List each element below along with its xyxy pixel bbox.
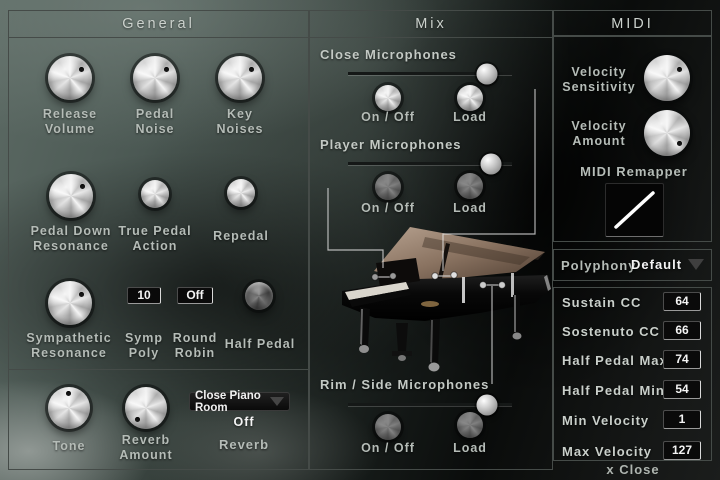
plugin-window: General ReleaseVolume PedalNoise KeyNois… — [0, 0, 720, 480]
rim-mics-onoff-label: On / Off — [352, 441, 424, 456]
sostenuto-cc-value[interactable]: 66 — [663, 321, 701, 340]
close-mics-load-knob[interactable] — [457, 85, 483, 111]
rim-mics-onoff-knob[interactable] — [375, 414, 401, 440]
reverb-status[interactable]: Off — [214, 415, 274, 430]
player-mics-slider[interactable] — [348, 162, 512, 165]
general-panel-title: General — [9, 11, 308, 38]
release-volume-knob[interactable] — [48, 56, 92, 100]
repedal-knob[interactable] — [227, 179, 255, 207]
piano-image — [330, 225, 565, 377]
pedal-noise-label: PedalNoise — [113, 107, 197, 137]
reverb-amount-knob[interactable] — [125, 387, 167, 429]
velocity-amount-label: VelocityAmount — [556, 119, 642, 149]
sustain-cc-value[interactable]: 64 — [663, 292, 701, 311]
close-mics-load-label: Load — [448, 110, 492, 125]
sympathetic-resonance-label: SympatheticResonance — [12, 331, 126, 361]
rim-mics-slider[interactable] — [348, 403, 512, 406]
close-mics-slider[interactable] — [348, 72, 512, 75]
player-mics-load-label: Load — [448, 201, 492, 216]
velocity-sensitivity-label: VelocitySensitivity — [556, 65, 642, 95]
min-velocity-value[interactable]: 1 — [663, 410, 701, 429]
close-mics-onoff-knob[interactable] — [375, 85, 401, 111]
reverb-type-dropdown[interactable]: Close Piano Room — [189, 392, 290, 411]
dropdown-arrow-icon — [270, 397, 284, 406]
sostenuto-cc-label: Sostenuto CC — [562, 324, 660, 339]
mix-panel-title: Mix — [310, 11, 552, 38]
close-mics-onoff-label: On / Off — [352, 110, 424, 125]
half-pedal-max-label: Half Pedal Max — [562, 353, 668, 368]
half-pedal-min-label: Half Pedal Min — [562, 383, 665, 398]
max-velocity-label: Max Velocity — [562, 444, 652, 459]
pedal-noise-knob[interactable] — [133, 56, 177, 100]
pedal-down-resonance-label: Pedal DownResonance — [20, 224, 122, 254]
player-mics-slider-handle[interactable] — [480, 153, 501, 174]
reverb-type-value: Close Piano Room — [195, 390, 270, 414]
midi-panel-title: MIDI — [554, 11, 711, 37]
reverb-amount-label: ReverbAmount — [116, 433, 176, 463]
close-button[interactable]: x Close — [593, 462, 673, 477]
knob-indicator-dot — [677, 141, 682, 146]
sympathetic-resonance-knob[interactable] — [48, 281, 92, 325]
knob-indicator-dot — [79, 292, 84, 297]
close-mics-label: Close Microphones — [320, 47, 457, 62]
rim-mics-load-label: Load — [448, 441, 492, 456]
max-velocity-value[interactable]: 127 — [663, 441, 701, 460]
half-pedal-knob[interactable] — [245, 282, 273, 310]
polyphony-label: Polyphony — [561, 258, 636, 273]
midi-remapper-curve[interactable] — [605, 183, 664, 237]
knob-indicator-dot — [164, 67, 169, 72]
min-velocity-label: Min Velocity — [562, 413, 649, 428]
close-mics-slider-handle[interactable] — [477, 63, 498, 84]
knob-indicator-dot — [135, 417, 140, 422]
key-noises-label: KeyNoises — [198, 107, 282, 137]
key-noises-knob[interactable] — [218, 56, 262, 100]
sustain-cc-label: Sustain CC — [562, 295, 641, 310]
general-panel-divider — [9, 369, 308, 370]
midi-cc-box — [553, 287, 712, 461]
symp-poly-value[interactable]: 10 — [127, 287, 161, 304]
true-pedal-action-label: True PedalAction — [110, 224, 200, 254]
repedal-label: Repedal — [200, 229, 282, 244]
player-mics-label: Player Microphones — [320, 137, 462, 152]
reverb-label: Reverb — [214, 437, 274, 452]
tone-label: Tone — [39, 439, 99, 454]
knob-indicator-dot — [80, 184, 85, 189]
velocity-sensitivity-knob[interactable] — [644, 55, 690, 101]
true-pedal-action-knob[interactable] — [141, 180, 169, 208]
rim-mics-load-knob[interactable] — [457, 412, 483, 438]
half-pedal-max-value[interactable]: 74 — [663, 350, 701, 369]
knob-indicator-dot — [677, 67, 682, 72]
knob-indicator-dot — [66, 391, 71, 396]
half-pedal-min-value[interactable]: 54 — [663, 380, 701, 399]
player-mics-onoff-knob[interactable] — [375, 174, 401, 200]
midi-header: MIDI — [553, 10, 712, 36]
tone-knob[interactable] — [48, 387, 90, 429]
midi-remapper-label: MIDI Remapper — [566, 164, 702, 179]
remapper-linear-curve — [606, 184, 663, 236]
knob-indicator-dot — [249, 67, 254, 72]
player-mics-onoff-label: On / Off — [352, 201, 424, 216]
rim-mics-label: Rim / Side Microphones — [320, 377, 489, 392]
polyphony-dropdown-arrow-icon[interactable] — [688, 259, 704, 270]
polyphony-value[interactable]: Default — [631, 257, 682, 272]
player-mics-load-knob[interactable] — [457, 173, 483, 199]
round-robin-value[interactable]: Off — [177, 287, 213, 304]
half-pedal-label: Half Pedal — [212, 337, 308, 352]
velocity-amount-knob[interactable] — [644, 110, 690, 156]
knob-indicator-dot — [79, 67, 84, 72]
release-volume-label: ReleaseVolume — [28, 107, 112, 137]
pedal-down-resonance-knob[interactable] — [49, 174, 93, 218]
rim-mics-slider-handle[interactable] — [477, 394, 498, 415]
